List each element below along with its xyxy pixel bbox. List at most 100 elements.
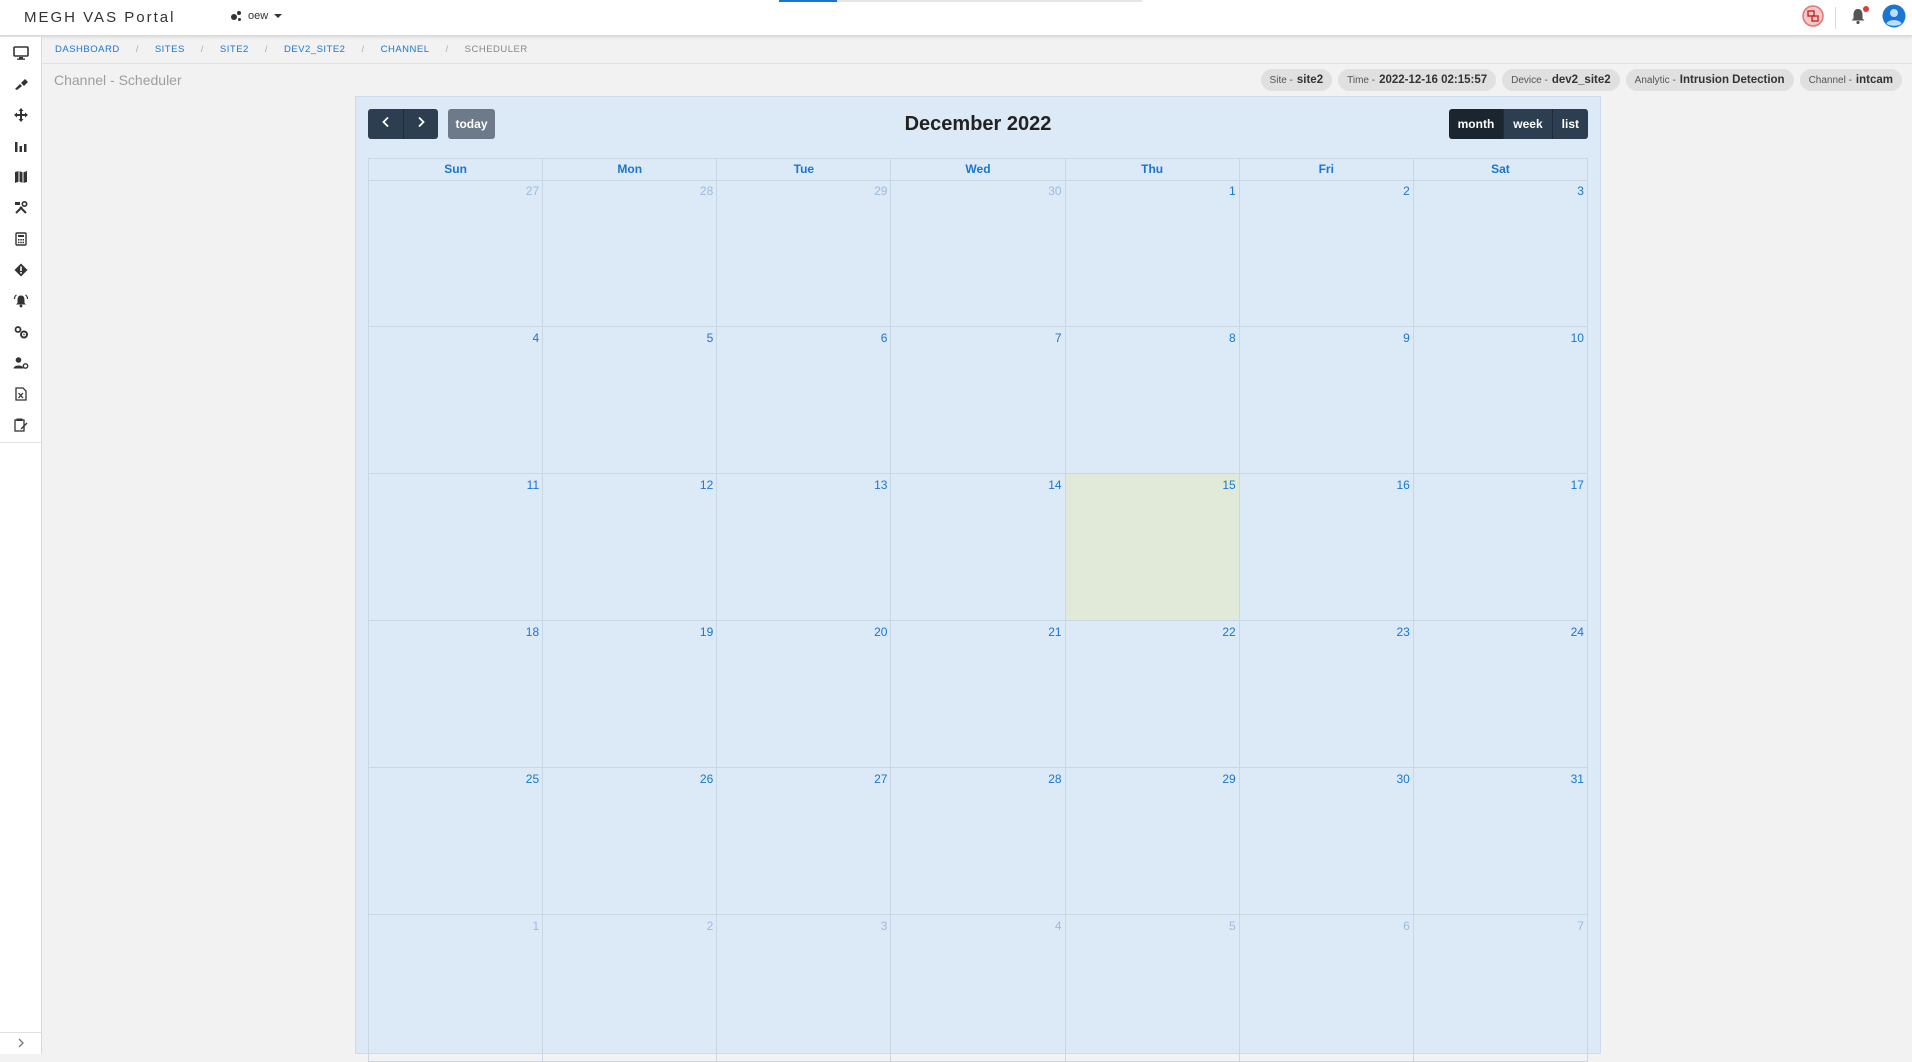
calendar-day-cell[interactable]: 6 [1239, 915, 1414, 1062]
calendar-day-cell[interactable]: 5 [543, 327, 718, 474]
day-number[interactable]: 10 [1571, 331, 1584, 345]
day-number[interactable]: 27 [874, 772, 887, 786]
calendar-day-cell[interactable]: 7 [1413, 915, 1588, 1062]
day-number[interactable]: 13 [874, 478, 887, 492]
day-number[interactable]: 2 [1403, 184, 1410, 198]
month-view-button[interactable]: month [1448, 109, 1504, 139]
day-number[interactable]: 18 [526, 625, 539, 639]
calendar-day-cell[interactable]: 17 [1413, 474, 1588, 621]
calendar-day-cell[interactable]: 3 [717, 915, 892, 1062]
calendar-day-cell[interactable]: 18 [369, 621, 544, 768]
calendar-day-cell[interactable]: 12 [543, 474, 718, 621]
day-number[interactable]: 12 [700, 478, 713, 492]
calendar-day-cell[interactable]: 4 [891, 915, 1066, 1062]
day-number[interactable]: 26 [700, 772, 713, 786]
day-number[interactable]: 5 [707, 331, 714, 345]
day-number[interactable]: 1 [532, 919, 539, 933]
day-number[interactable]: 15 [1222, 478, 1235, 492]
day-number[interactable]: 1 [1229, 184, 1236, 198]
sidebar-item-notes[interactable] [0, 409, 41, 440]
calendar-day-cell[interactable]: 4 [369, 327, 544, 474]
notifications-button[interactable] [1840, 0, 1876, 36]
sidebar-item-export[interactable] [0, 378, 41, 409]
calendar-day-cell[interactable]: 30 [891, 180, 1066, 327]
list-view-button[interactable]: list [1551, 109, 1588, 139]
calendar-day-cell[interactable]: 19 [543, 621, 718, 768]
breadcrumb-channel[interactable]: CHANNEL [381, 44, 430, 55]
calendar-day-cell[interactable]: 5 [1065, 915, 1240, 1062]
calendar-day-cell[interactable]: 10 [1413, 327, 1588, 474]
sidebar-item-dashboard[interactable] [0, 37, 41, 68]
calendar-day-cell[interactable]: 25 [369, 768, 544, 915]
sidebar-item-map[interactable] [0, 161, 41, 192]
day-number[interactable]: 6 [881, 331, 888, 345]
day-number[interactable]: 3 [1577, 184, 1584, 198]
org-selector[interactable]: oew [230, 10, 283, 22]
day-number[interactable]: 21 [1048, 625, 1061, 639]
day-number[interactable]: 22 [1222, 625, 1235, 639]
day-number[interactable]: 2 [707, 919, 714, 933]
calendar-day-cell[interactable]: 8 [1065, 327, 1240, 474]
prev-month-button[interactable] [368, 109, 403, 139]
calendar-day-cell[interactable]: 11 [369, 474, 544, 621]
day-number[interactable]: 23 [1396, 625, 1409, 639]
calendar-day-cell[interactable]: 29 [717, 180, 892, 327]
calendar-day-cell[interactable]: 16 [1239, 474, 1414, 621]
week-view-button[interactable]: week [1503, 109, 1552, 139]
calendar-day-cell[interactable]: 31 [1413, 768, 1588, 915]
sidebar-expand-button[interactable] [0, 1032, 41, 1054]
day-number[interactable]: 27 [526, 184, 539, 198]
sidebar-item-alerts[interactable] [0, 254, 41, 285]
calendar-day-cell[interactable]: 13 [717, 474, 892, 621]
calendar-day-cell-today[interactable]: 15 [1065, 474, 1240, 621]
calendar-day-cell[interactable]: 1 [1065, 180, 1240, 327]
day-number[interactable]: 17 [1571, 478, 1584, 492]
sidebar-item-move[interactable] [0, 99, 41, 130]
calendar-day-cell[interactable]: 29 [1065, 768, 1240, 915]
day-number[interactable]: 14 [1048, 478, 1061, 492]
day-number[interactable]: 24 [1571, 625, 1584, 639]
calendar-day-cell[interactable]: 30 [1239, 768, 1414, 915]
calendar-day-cell[interactable]: 23 [1239, 621, 1414, 768]
next-month-button[interactable] [403, 109, 438, 139]
sidebar-item-user-settings[interactable] [0, 347, 41, 378]
day-number[interactable]: 4 [532, 331, 539, 345]
calendar-day-cell[interactable]: 26 [543, 768, 718, 915]
calendar-day-cell[interactable]: 7 [891, 327, 1066, 474]
day-number[interactable]: 25 [526, 772, 539, 786]
day-number[interactable]: 28 [700, 184, 713, 198]
calendar-day-cell[interactable]: 28 [891, 768, 1066, 915]
breadcrumb-sites[interactable]: SITES [155, 44, 185, 55]
today-button[interactable]: today [448, 109, 495, 139]
day-number[interactable]: 28 [1048, 772, 1061, 786]
calendar-day-cell[interactable]: 2 [1239, 180, 1414, 327]
sidebar-item-maintenance[interactable] [0, 192, 41, 223]
day-number[interactable]: 30 [1396, 772, 1409, 786]
day-number[interactable]: 7 [1055, 331, 1062, 345]
day-number[interactable]: 16 [1396, 478, 1409, 492]
calendar-day-cell[interactable]: 9 [1239, 327, 1414, 474]
day-number[interactable]: 20 [874, 625, 887, 639]
calendar-day-cell[interactable]: 27 [717, 768, 892, 915]
calendar-day-cell[interactable]: 24 [1413, 621, 1588, 768]
day-number[interactable]: 29 [1222, 772, 1235, 786]
sidebar-item-tools[interactable] [0, 68, 41, 99]
day-number[interactable]: 5 [1229, 919, 1236, 933]
day-number[interactable]: 19 [700, 625, 713, 639]
day-number[interactable]: 8 [1229, 331, 1236, 345]
user-avatar-button[interactable] [1876, 0, 1912, 36]
sidebar-item-settings[interactable] [0, 316, 41, 347]
calendar-day-cell[interactable]: 6 [717, 327, 892, 474]
sidebar-item-alarms[interactable] [0, 285, 41, 316]
calendar-day-cell[interactable]: 20 [717, 621, 892, 768]
day-number[interactable]: 6 [1403, 919, 1410, 933]
sidebar-item-calculator[interactable] [0, 223, 41, 254]
breadcrumb-dashboard[interactable]: DASHBOARD [55, 44, 120, 55]
breadcrumb-site2[interactable]: SITE2 [220, 44, 249, 55]
calendar-day-cell[interactable]: 21 [891, 621, 1066, 768]
day-number[interactable]: 11 [527, 478, 539, 492]
day-number[interactable]: 3 [881, 919, 888, 933]
day-number[interactable]: 9 [1403, 331, 1410, 345]
language-switch-button[interactable] [1795, 0, 1831, 36]
calendar-day-cell[interactable]: 27 [369, 180, 544, 327]
